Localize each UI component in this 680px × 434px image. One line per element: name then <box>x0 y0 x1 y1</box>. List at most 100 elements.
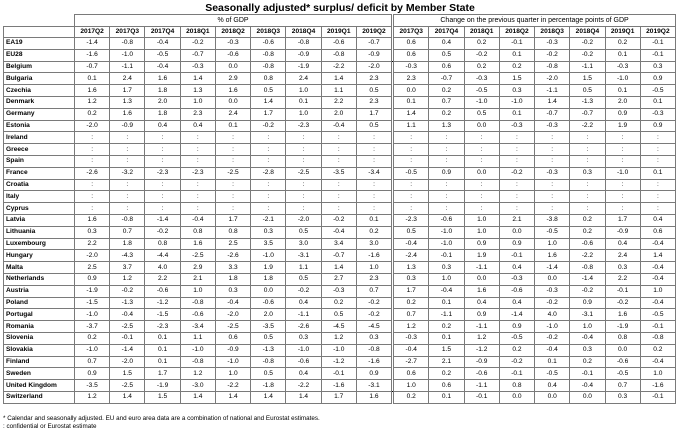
value-cell: -1.6 <box>320 379 357 392</box>
value-cell: 2.2 <box>144 272 181 286</box>
change-cell: -0.7 <box>534 107 571 121</box>
change-cell: -1.9 <box>604 320 641 333</box>
change-cell: -0.3 <box>498 272 536 286</box>
table-row: United Kingdom -3.5 -2.5 -1.9 -3.0 -2.2 -1.8 -2… <box>3 379 677 392</box>
value-cell: 1.8 <box>250 272 287 286</box>
value-cell: 4.0 <box>144 261 181 274</box>
change-cell: 1.5 <box>498 72 536 86</box>
value-cell: : <box>250 190 287 204</box>
value-cell: -0.6 <box>179 308 216 322</box>
change-cell: -0.2 <box>569 284 606 298</box>
change-cell: 0.2 <box>639 343 677 357</box>
value-cell: 2.4 <box>285 72 322 86</box>
quarter-header: 2018Q3 <box>534 26 571 38</box>
change-cell: 1.9 <box>604 119 641 133</box>
change-cell: -0.1 <box>498 37 536 50</box>
change-cell: 0.6 <box>393 48 430 62</box>
quarter-header: 2017Q3 <box>393 26 430 38</box>
value-cell: 0.3 <box>355 331 393 345</box>
change-cell: -0.1 <box>569 367 606 381</box>
value-cell: 3.0 <box>285 237 322 251</box>
change-cell: 0.2 <box>428 107 465 121</box>
change-cell: 1.0 <box>428 272 465 286</box>
value-cell: 0.7 <box>73 355 111 369</box>
value-cell: -3.1 <box>355 379 393 392</box>
change-cell: -0.8 <box>639 331 677 345</box>
value-cell: 2.3 <box>355 272 393 286</box>
change-cell: 0.2 <box>569 355 606 369</box>
quarter-header: 2018Q4 <box>569 26 606 38</box>
change-cell: -0.3 <box>534 119 571 133</box>
value-cell: 0.5 <box>355 84 393 97</box>
change-cell: 1.0 <box>569 320 606 333</box>
change-cell: -0.3 <box>534 37 571 50</box>
change-cell: -0.5 <box>393 166 430 180</box>
value-cell: 3.4 <box>320 237 357 251</box>
value-cell: -1.2 <box>320 355 357 369</box>
value-cell: -2.3 <box>144 166 181 180</box>
change-cell: 0.2 <box>463 60 500 74</box>
change-cell: 0.4 <box>463 296 500 310</box>
change-cell: 1.4 <box>639 249 677 263</box>
change-cell: 1.0 <box>639 367 677 381</box>
table-row: EA19 -1.4 -0.8 -0.4 -0.2 -0.3 -0.6 -0.8 -0.6 -0.7… <box>3 37 677 50</box>
value-cell: -1.3 <box>109 296 146 310</box>
value-cell: -4.5 <box>355 320 393 333</box>
value-cell: 2.7 <box>320 272 357 286</box>
value-cell: -0.8 <box>355 343 393 357</box>
country-name: Poland <box>3 296 75 310</box>
change-cell: -0.6 <box>463 367 500 381</box>
value-cell: -0.6 <box>214 48 252 62</box>
change-cell: 0.4 <box>498 296 536 310</box>
value-cell: : <box>179 131 216 145</box>
value-cell: 1.7 <box>250 107 287 121</box>
value-cell: 1.8 <box>109 237 146 251</box>
change-cell: : <box>393 131 430 145</box>
table-row: Portugal -1.0 -0.4 -1.5 -0.6 -2.0 2.0 -1.1 0.5 -0… <box>3 308 677 322</box>
change-cell: -0.7 <box>428 72 465 86</box>
change-cell: 0.3 <box>639 60 677 74</box>
value-cell: -0.3 <box>179 60 216 74</box>
table-row: Netherlands 0.9 1.2 2.2 2.1 1.8 1.8 0.5 2.7 2.3 0.… <box>3 272 677 286</box>
value-cell: -1.9 <box>73 284 111 298</box>
value-cell: -1.0 <box>285 343 322 357</box>
value-cell: -1.0 <box>214 355 252 369</box>
change-cell: -0.4 <box>639 296 677 310</box>
value-cell: 0.5 <box>355 119 393 133</box>
value-cell: 1.5 <box>144 390 181 404</box>
change-cell: : <box>569 202 606 215</box>
change-cell: -0.6 <box>498 284 536 298</box>
value-cell: 1.4 <box>285 390 322 404</box>
table-row: Bulgaria 0.1 2.4 1.6 1.4 2.9 0.8 2.4 1.4 2.3 2.3 -0… <box>3 72 677 86</box>
country-name: Hungary <box>3 249 75 263</box>
change-cell: : <box>428 143 465 156</box>
change-cell: 1.0 <box>463 225 500 239</box>
value-cell: 1.4 <box>214 390 252 404</box>
country-header <box>3 26 75 38</box>
value-cell: -1.4 <box>109 343 146 357</box>
change-cell: -0.8 <box>569 261 606 274</box>
value-cell: -0.4 <box>144 60 181 74</box>
change-cell: -2.4 <box>393 249 430 263</box>
change-cell: 2.2 <box>604 272 641 286</box>
value-cell: 1.4 <box>250 95 287 109</box>
value-cell: : <box>144 143 181 156</box>
change-cell: -0.2 <box>534 48 571 62</box>
quarter-header: 2018Q1 <box>463 26 500 38</box>
value-cell: 0.8 <box>250 72 287 86</box>
value-cell: 0.1 <box>285 95 322 109</box>
change-cell: -0.2 <box>498 166 536 180</box>
value-cell: : <box>179 178 216 192</box>
quarter-header: 2019Q2 <box>639 26 677 38</box>
change-cell: 0.3 <box>393 272 430 286</box>
value-cell: -1.6 <box>355 249 393 263</box>
change-cell: -1.2 <box>463 343 500 357</box>
quarter-header-row: 2017Q2 2017Q3 2017Q4 2018Q1 2018Q2 2018Q3 2018… <box>3 26 677 38</box>
value-cell: 0.1 <box>214 119 252 133</box>
change-cell: -0.1 <box>639 320 677 333</box>
value-cell: 0.3 <box>285 331 322 345</box>
table-row: Ireland::::::::::::::::: <box>3 131 677 145</box>
value-cell: : <box>73 143 111 156</box>
country-name: Latvia <box>3 213 75 227</box>
change-cell: 0.9 <box>604 107 641 121</box>
